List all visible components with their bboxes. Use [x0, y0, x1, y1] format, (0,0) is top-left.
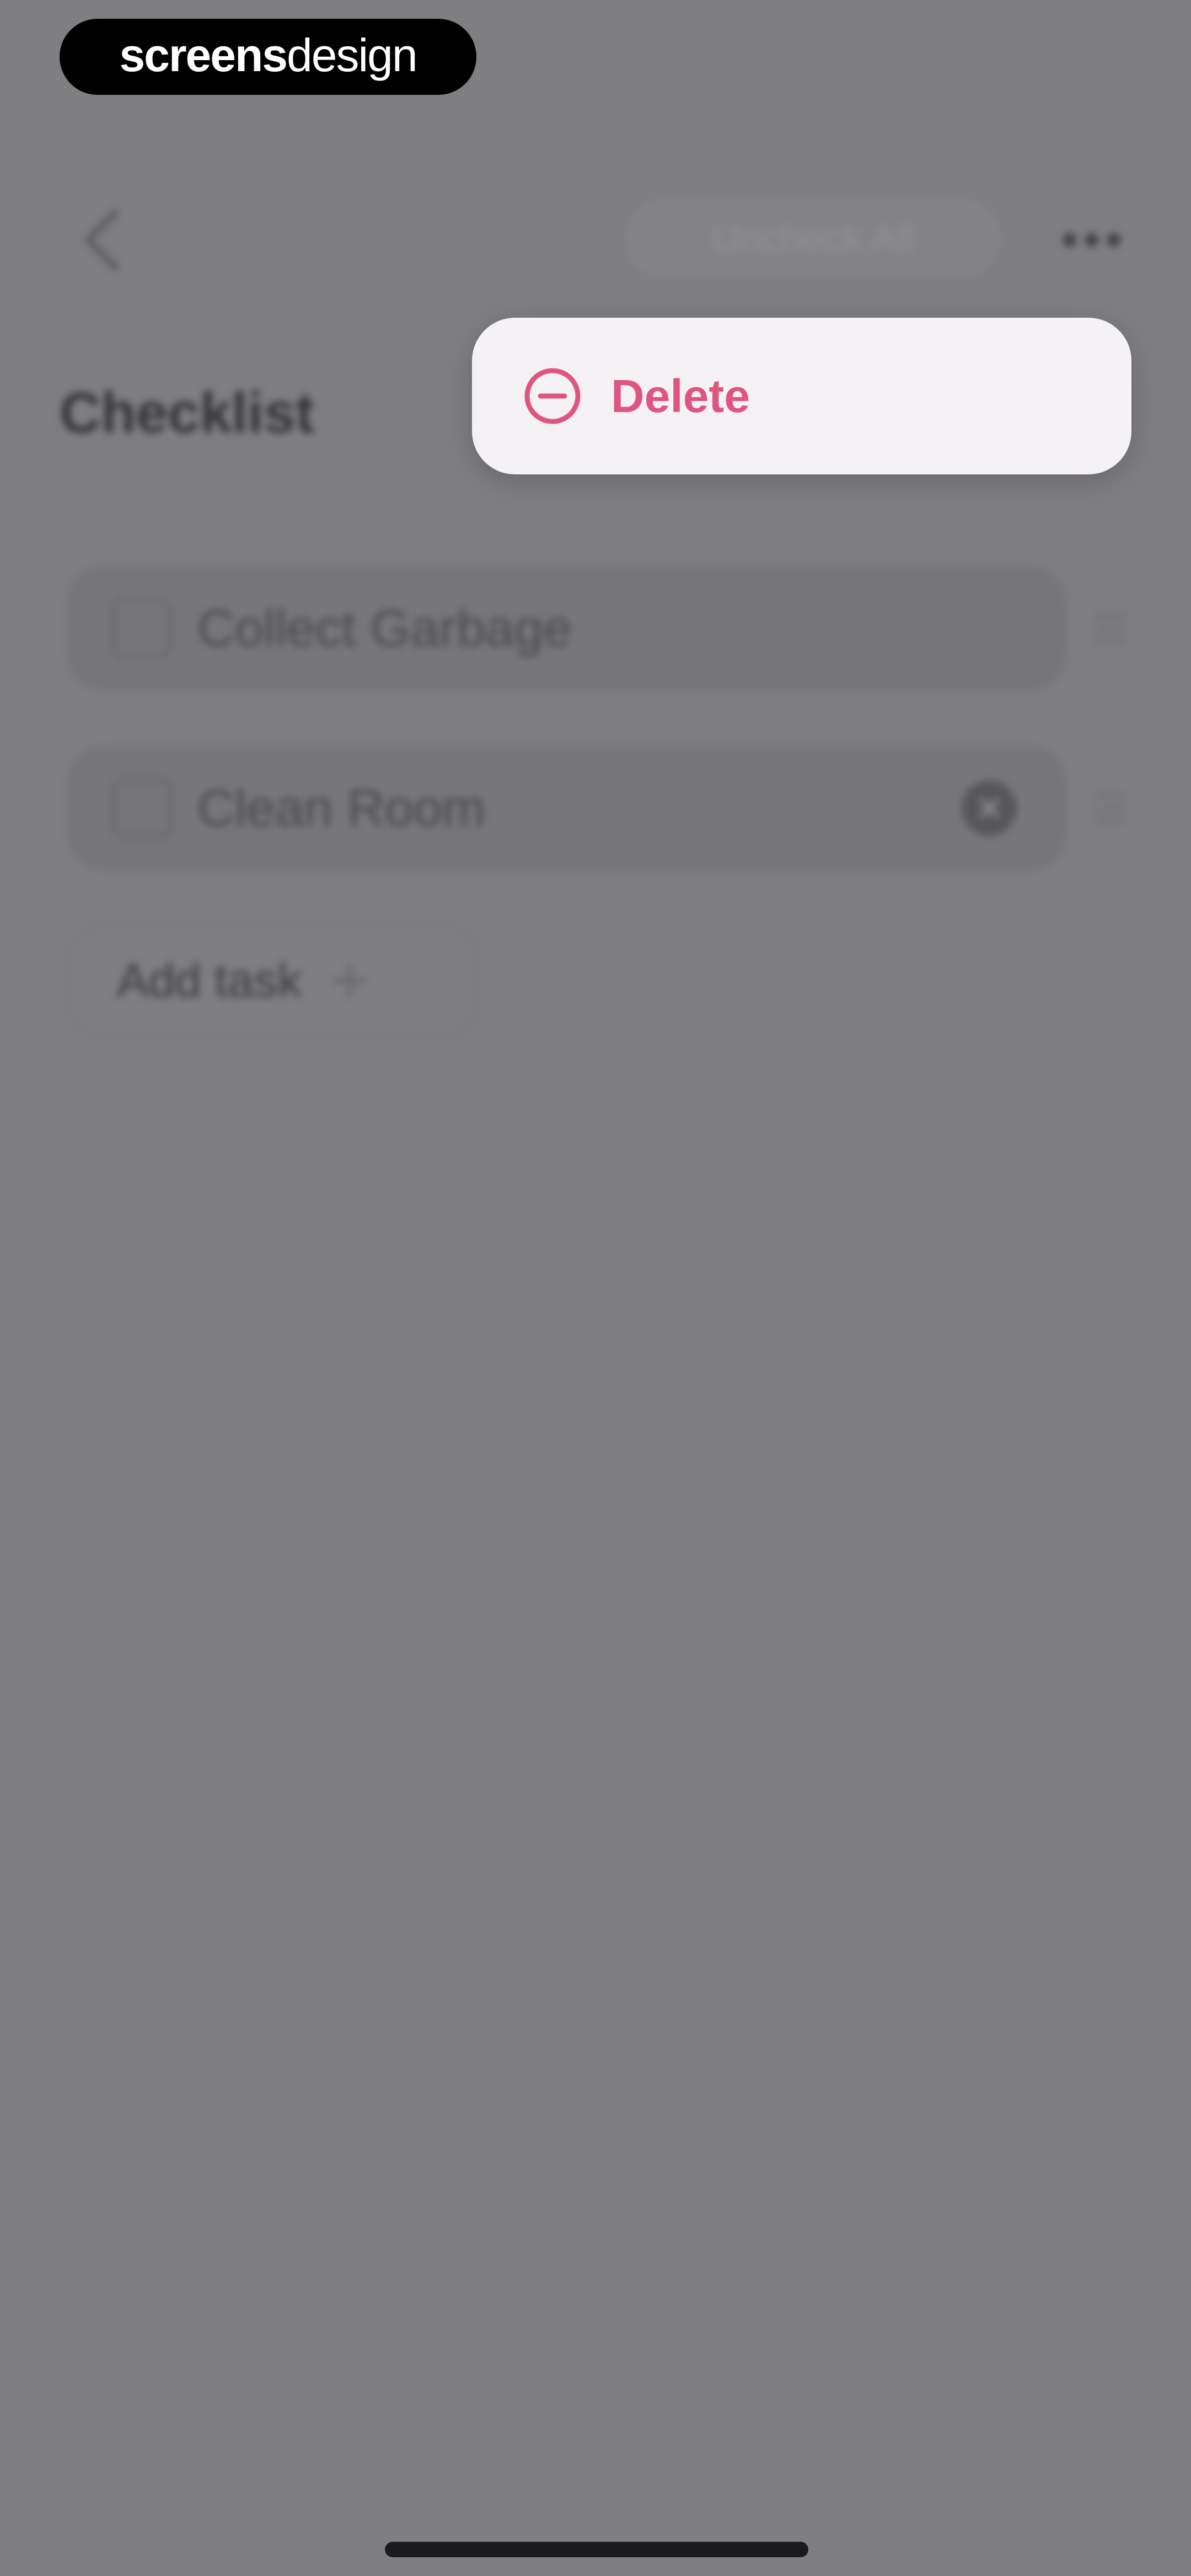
task-row[interactable]: Collect Garbage — [67, 566, 1066, 691]
ellipsis-icon — [1063, 233, 1076, 247]
plus-icon — [332, 964, 367, 998]
add-task-button[interactable]: Add task — [67, 924, 479, 1037]
drag-handle-icon[interactable] — [1095, 614, 1128, 642]
clear-text-icon[interactable] — [962, 781, 1017, 836]
context-menu: Delete — [472, 318, 1131, 474]
chevron-left-icon — [85, 210, 119, 270]
task-label[interactable]: Clean Room — [197, 778, 485, 838]
uncheck-all-button[interactable]: Uncheck All — [625, 200, 1000, 277]
page-title: Checklist — [60, 381, 315, 445]
x-mark-icon — [979, 798, 999, 818]
delete-label: Delete — [611, 370, 750, 422]
drag-handle-icon[interactable] — [1095, 794, 1128, 822]
add-task-label: Add task — [117, 954, 302, 1007]
task-label[interactable]: Collect Garbage — [197, 598, 572, 658]
ellipsis-dot — [1107, 233, 1120, 247]
task-checkbox[interactable] — [111, 598, 172, 659]
back-button[interactable] — [72, 204, 132, 276]
delete-menu-item[interactable]: Delete — [472, 318, 1131, 474]
minus-circle-icon — [524, 368, 581, 424]
task-checkbox[interactable] — [111, 778, 172, 838]
task-row[interactable]: Clean Room — [67, 746, 1066, 870]
more-options-button[interactable] — [1053, 210, 1130, 270]
ellipsis-dot — [1085, 233, 1098, 247]
home-indicator[interactable] — [385, 2542, 808, 2557]
